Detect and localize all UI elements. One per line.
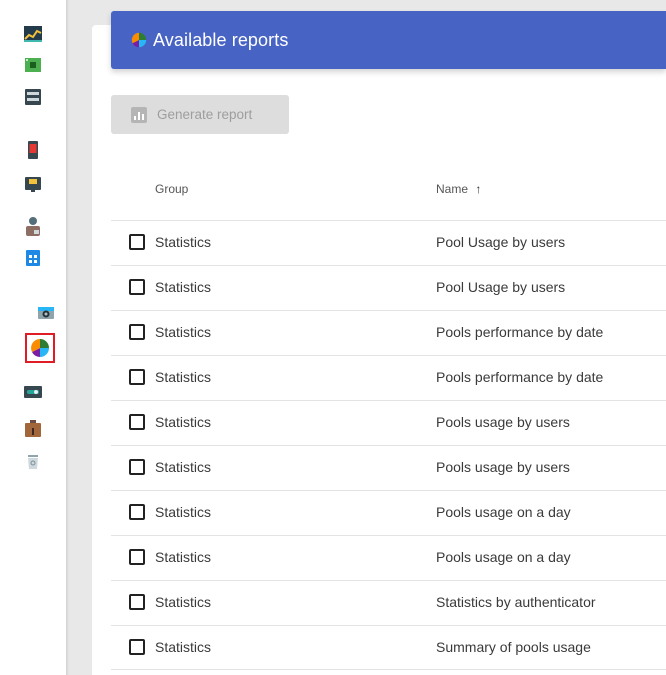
row-checkbox[interactable] bbox=[129, 459, 145, 475]
chart-graph-icon bbox=[24, 26, 42, 42]
cell-group: Statistics bbox=[155, 639, 212, 655]
sidebar-item-dashboard[interactable] bbox=[19, 20, 47, 48]
sidebar-item-trash[interactable] bbox=[19, 448, 47, 476]
sidebar-item-servers[interactable] bbox=[19, 83, 47, 111]
row-checkbox[interactable] bbox=[129, 234, 145, 250]
cell-name: Pools performance by date bbox=[436, 324, 604, 340]
sidebar-item-connectivity[interactable] bbox=[19, 378, 47, 406]
cell-name: Statistics by authenticator bbox=[436, 594, 596, 610]
sidebar-item-reports[interactable] bbox=[25, 333, 55, 363]
server-icon bbox=[25, 89, 41, 105]
table-row[interactable]: Statistics Pools performance by date bbox=[111, 310, 666, 355]
table-row[interactable]: Statistics Pools performance by date bbox=[111, 355, 666, 400]
table-row[interactable]: Statistics Pools usage on a day bbox=[111, 535, 666, 580]
sidebar-item-networks[interactable] bbox=[19, 170, 47, 198]
phone-icon bbox=[28, 141, 38, 159]
table-row[interactable]: Statistics Pool Usage by users bbox=[111, 220, 666, 265]
sidebar-item-authenticators[interactable] bbox=[19, 212, 47, 240]
sidebar-item-transports[interactable] bbox=[19, 136, 47, 164]
cell-name: Pools usage on a day bbox=[436, 549, 571, 565]
sidebar-item-tools[interactable] bbox=[19, 414, 47, 442]
column-header-group-label: Group bbox=[155, 182, 189, 196]
cell-name: Pools usage by users bbox=[436, 459, 570, 475]
row-checkbox[interactable] bbox=[129, 324, 145, 340]
page-header: Available reports bbox=[111, 11, 666, 69]
cell-group: Statistics bbox=[155, 459, 212, 475]
sidebar-item-calendars[interactable] bbox=[19, 244, 47, 272]
network-card-icon bbox=[25, 177, 41, 192]
calendar-grid-icon bbox=[26, 250, 40, 266]
cell-group: Statistics bbox=[155, 549, 212, 565]
cell-name: Pool Usage by users bbox=[436, 279, 566, 295]
cell-group: Statistics bbox=[155, 234, 212, 250]
cell-group: Statistics bbox=[155, 594, 212, 610]
cell-name: Summary of pools usage bbox=[436, 639, 591, 655]
table-row[interactable]: Statistics Pools usage by users bbox=[111, 445, 666, 490]
table-row[interactable]: Statistics Pool Usage by users bbox=[111, 265, 666, 310]
sidebar-item-images[interactable] bbox=[32, 298, 60, 326]
row-checkbox[interactable] bbox=[129, 369, 145, 385]
row-checkbox[interactable] bbox=[129, 594, 145, 610]
cell-name: Pools usage by users bbox=[436, 414, 570, 430]
row-checkbox[interactable] bbox=[129, 279, 145, 295]
row-checkbox[interactable] bbox=[129, 414, 145, 430]
row-checkbox[interactable] bbox=[129, 639, 145, 655]
bar-chart-icon bbox=[131, 106, 147, 123]
pie-chart-icon bbox=[31, 339, 49, 357]
chip-icon bbox=[25, 58, 41, 72]
table-row[interactable]: Statistics Summary of pools usage bbox=[111, 625, 666, 670]
cell-name: Pool Usage by users bbox=[436, 234, 566, 250]
cell-group: Statistics bbox=[155, 369, 212, 385]
column-header-name[interactable]: Name ↑ bbox=[436, 182, 481, 196]
recycle-bin-icon bbox=[28, 455, 38, 469]
generate-report-button[interactable]: Generate report bbox=[111, 95, 289, 134]
sidebar bbox=[0, 0, 69, 675]
generate-report-label: Generate report bbox=[157, 107, 253, 122]
table-row[interactable]: Statistics Pools usage by users bbox=[111, 400, 666, 445]
table-row[interactable]: Statistics Pools usage on a day bbox=[111, 490, 666, 535]
row-checkbox[interactable] bbox=[129, 504, 145, 520]
sidebar-shadow bbox=[66, 0, 69, 675]
cell-group: Statistics bbox=[155, 504, 212, 520]
cell-name: Pools usage on a day bbox=[436, 504, 571, 520]
cell-group: Statistics bbox=[155, 279, 212, 295]
cell-group: Statistics bbox=[155, 324, 212, 340]
page-title: Available reports bbox=[153, 29, 289, 50]
row-checkbox[interactable] bbox=[129, 549, 145, 565]
sidebar-item-services[interactable] bbox=[19, 51, 47, 79]
sort-ascending-icon: ↑ bbox=[475, 182, 482, 196]
cell-group: Statistics bbox=[155, 414, 212, 430]
user-briefcase-icon bbox=[26, 217, 40, 236]
camera-icon bbox=[38, 307, 54, 319]
briefcase-icon bbox=[25, 420, 41, 437]
table-row[interactable]: Statistics Statistics by authenticator bbox=[111, 580, 666, 625]
toggle-switch-icon bbox=[24, 386, 42, 398]
cell-name: Pools performance by date bbox=[436, 369, 604, 385]
column-header-group[interactable]: Group bbox=[155, 182, 188, 196]
column-header-name-label: Name bbox=[436, 182, 469, 196]
pie-chart-icon bbox=[131, 32, 147, 48]
